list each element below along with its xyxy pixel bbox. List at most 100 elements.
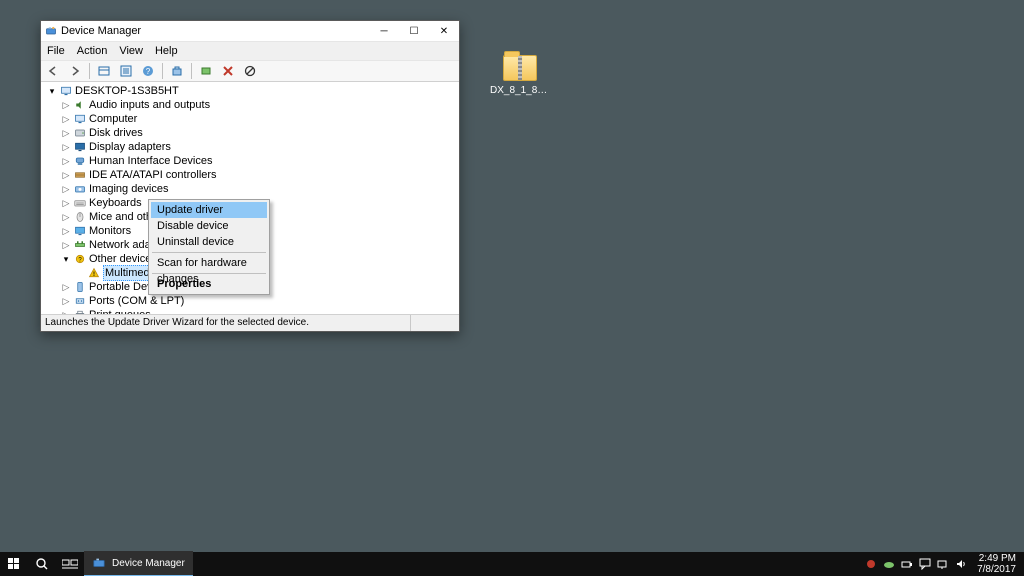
computer-icon xyxy=(73,113,87,125)
expander-icon[interactable]: ▷ xyxy=(61,114,71,124)
tree-node-label: Audio inputs and outputs xyxy=(89,98,210,112)
windows-logo-icon xyxy=(8,558,20,570)
tray-icon-onedrive[interactable] xyxy=(883,558,895,570)
tree-node-label: Ports (COM & LPT) xyxy=(89,294,184,308)
tree-node[interactable]: ▷Human Interface Devices xyxy=(43,154,459,168)
svg-text:!: ! xyxy=(93,272,95,278)
context-menu-scan-hardware[interactable]: Scan for hardware changes xyxy=(151,255,267,271)
expander-icon[interactable]: ▷ xyxy=(61,296,71,306)
tree-node[interactable]: ▷ Print queues xyxy=(43,308,459,314)
toolbar-uninstall-button[interactable] xyxy=(218,61,238,81)
toolbar-back-button[interactable] xyxy=(43,61,63,81)
desktop-folder[interactable]: DX_8_1_8_1... xyxy=(490,55,550,96)
tray-icon-action-center[interactable] xyxy=(919,558,931,570)
tree-node[interactable]: ▷ Ports (COM & LPT) xyxy=(43,294,459,308)
keyboard-icon xyxy=(73,197,87,209)
disk-icon xyxy=(73,127,87,139)
app-icon xyxy=(92,556,106,570)
close-button[interactable]: ✕ xyxy=(429,21,459,41)
expander-icon[interactable]: ▷ xyxy=(61,142,71,152)
expander-icon[interactable] xyxy=(75,268,85,278)
maximize-button[interactable]: ☐ xyxy=(399,21,429,41)
context-menu-properties[interactable]: Properties xyxy=(151,276,267,292)
toolbar-separator xyxy=(162,63,163,79)
menu-view[interactable]: View xyxy=(117,45,145,57)
expander-icon[interactable]: ▷ xyxy=(61,240,71,250)
expander-icon[interactable]: ▷ xyxy=(61,310,71,314)
toolbar-forward-button[interactable] xyxy=(65,61,85,81)
tree-node[interactable]: ▷ IDE ATA/ATAPI controllers xyxy=(43,168,459,182)
tree-root[interactable]: ▾ DESKTOP-1S3B5HT xyxy=(43,84,459,98)
other-icon: ? xyxy=(73,253,87,265)
menu-file[interactable]: File xyxy=(45,45,67,57)
expander-icon[interactable]: ▾ xyxy=(61,254,71,264)
toolbar-update-driver-button[interactable] xyxy=(196,61,216,81)
task-view-button[interactable] xyxy=(56,552,84,576)
clock-date: 7/8/2017 xyxy=(977,564,1016,575)
expander-icon[interactable]: ▷ xyxy=(61,100,71,110)
svg-text:?: ? xyxy=(146,67,151,76)
toolbar-help-button[interactable]: ? xyxy=(138,61,158,81)
expander-icon[interactable]: ▷ xyxy=(61,128,71,138)
task-view-icon xyxy=(62,558,78,570)
toolbar-disable-button[interactable] xyxy=(240,61,260,81)
clock-time: 2:49 PM xyxy=(977,553,1016,564)
tree-node-label: Computer xyxy=(89,112,137,126)
tree-node-label: Print queues xyxy=(89,308,151,314)
window-title: Device Manager xyxy=(61,25,369,37)
hid-icon xyxy=(73,155,87,167)
tree-node-label: Keyboards xyxy=(89,196,142,210)
toolbar: ? xyxy=(41,61,459,82)
menubar: File Action View Help xyxy=(41,42,459,61)
expander-icon[interactable]: ▷ xyxy=(61,156,71,166)
display-icon xyxy=(73,141,87,153)
tree-node[interactable]: ▷ Computer xyxy=(43,112,459,126)
minimize-button[interactable]: ─ xyxy=(369,21,399,41)
ide-icon xyxy=(73,169,87,181)
toolbar-separator xyxy=(89,63,90,79)
tray-icon-power[interactable] xyxy=(901,558,913,570)
toolbar-separator xyxy=(191,63,192,79)
zip-folder-icon xyxy=(503,55,537,81)
expander-icon[interactable]: ▷ xyxy=(61,170,71,180)
taskbar-search-button[interactable] xyxy=(28,552,56,576)
tree-node-label: Display adapters xyxy=(89,140,171,154)
tree-node-label: IDE ATA/ATAPI controllers xyxy=(89,168,217,182)
warn-icon: ! xyxy=(87,267,101,279)
status-text: Launches the Update Driver Wizard for th… xyxy=(45,315,309,331)
tree-node[interactable]: ▷ Audio inputs and outputs xyxy=(43,98,459,112)
menu-action[interactable]: Action xyxy=(75,45,110,57)
start-button[interactable] xyxy=(0,552,28,576)
tree-node[interactable]: ▷ Display adapters xyxy=(43,140,459,154)
taskbar-app-label: Device Manager xyxy=(112,558,185,569)
context-menu-disable-device[interactable]: Disable device xyxy=(151,218,267,234)
computer-icon xyxy=(59,85,73,97)
tree-node[interactable]: ▷ Disk drives xyxy=(43,126,459,140)
tree-node-label: Other devices xyxy=(89,252,157,266)
audio-icon xyxy=(73,99,87,111)
expander-icon[interactable]: ▷ xyxy=(61,184,71,194)
menu-help[interactable]: Help xyxy=(153,45,180,57)
context-menu-uninstall-device[interactable]: Uninstall device xyxy=(151,234,267,250)
toolbar-scan-button[interactable] xyxy=(167,61,187,81)
expander-icon[interactable]: ▷ xyxy=(61,226,71,236)
taskbar-clock[interactable]: 2:49 PM 7/8/2017 xyxy=(973,553,1020,575)
tray-icon-network[interactable] xyxy=(937,558,949,570)
tray-icon-volume[interactable] xyxy=(955,558,967,570)
expander-icon[interactable]: ▷ xyxy=(61,212,71,222)
taskbar-app-device-manager[interactable]: Device Manager xyxy=(84,551,193,576)
tree-node-label: Monitors xyxy=(89,224,131,238)
tree-node-label: DESKTOP-1S3B5HT xyxy=(75,84,179,98)
context-menu-update-driver[interactable]: Update driver xyxy=(151,202,267,218)
tree-node-label: Disk drives xyxy=(89,126,143,140)
tray-icon-av[interactable] xyxy=(865,558,877,570)
portable-icon xyxy=(73,281,87,293)
toolbar-show-hidden-button[interactable] xyxy=(94,61,114,81)
expander-icon[interactable]: ▷ xyxy=(61,282,71,292)
titlebar[interactable]: Device Manager ─ ☐ ✕ xyxy=(41,21,459,42)
expander-icon[interactable]: ▾ xyxy=(47,86,57,96)
network-icon xyxy=(73,239,87,251)
tree-node[interactable]: ▷Imaging devices xyxy=(43,182,459,196)
toolbar-properties-button[interactable] xyxy=(116,61,136,81)
expander-icon[interactable]: ▷ xyxy=(61,198,71,208)
